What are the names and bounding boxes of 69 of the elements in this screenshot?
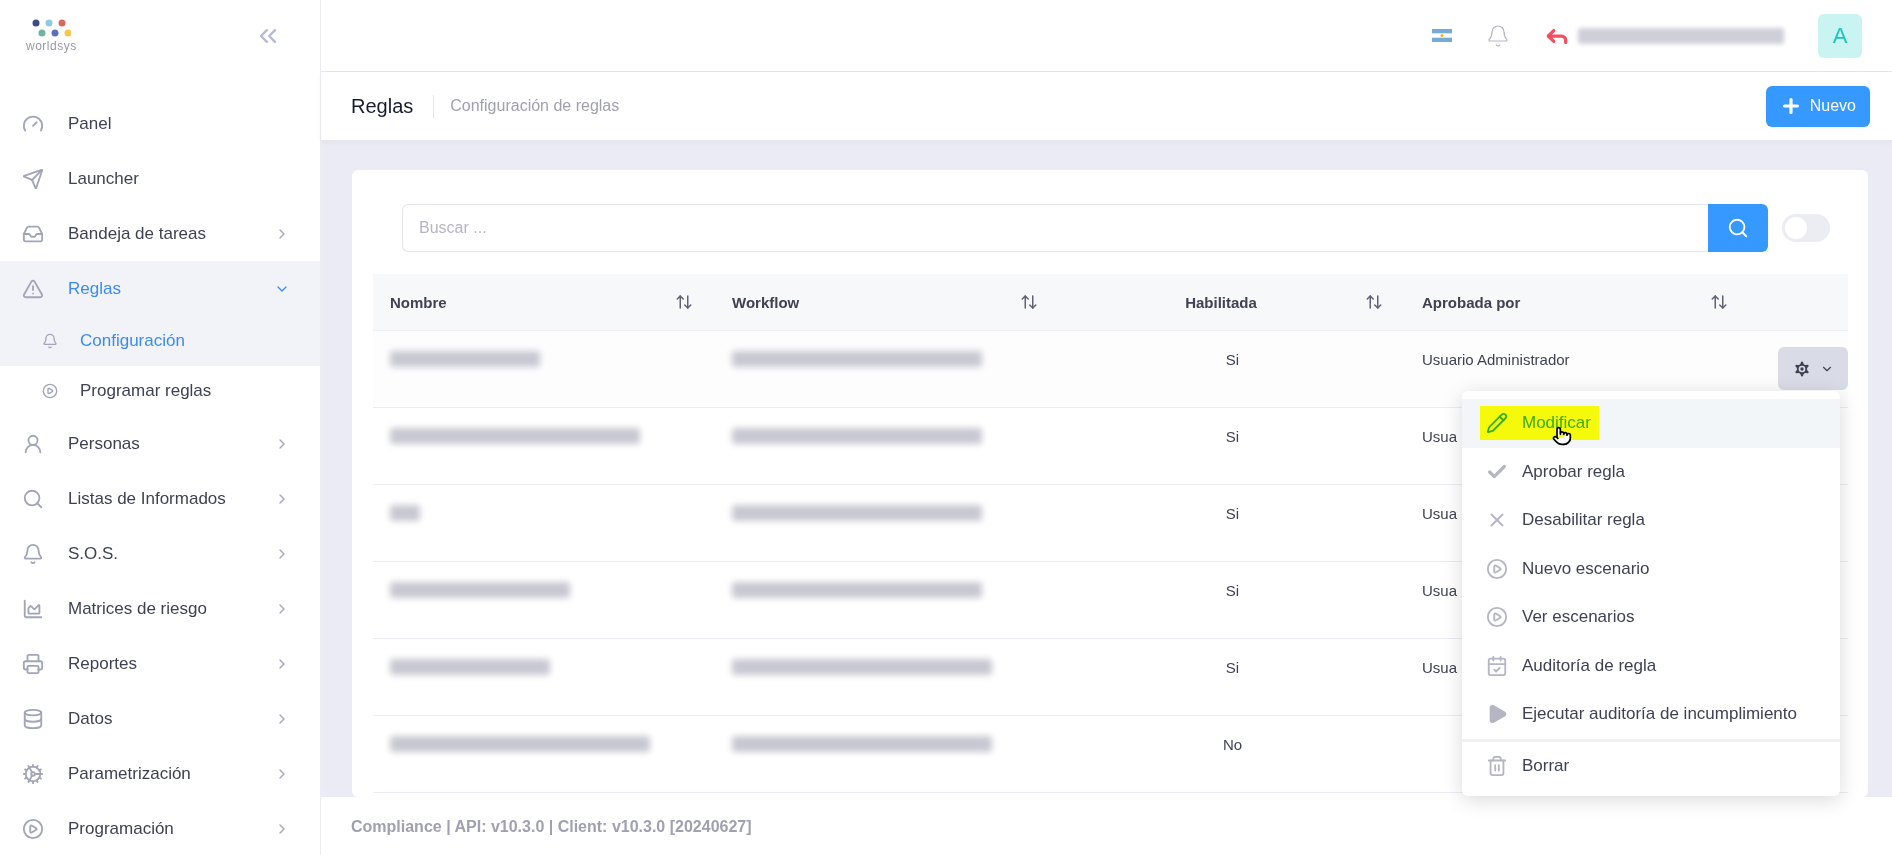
warning-icon <box>22 277 44 300</box>
play-circle-icon <box>22 817 44 840</box>
sidebar-item[interactable]: Datos <box>0 691 320 746</box>
sidebar-item[interactable]: S.O.S. <box>0 526 320 581</box>
sidebar-subitem[interactable]: Programar reglas <box>0 366 320 416</box>
sidebar-item[interactable]: Listas de Informados <box>0 471 320 526</box>
sidebar-item[interactable]: Personas <box>0 416 320 471</box>
play-circle-icon <box>42 383 58 399</box>
sidebar-item[interactable]: Reportes <box>0 636 320 691</box>
area-chart-icon <box>22 597 44 620</box>
bell-icon <box>22 542 44 565</box>
column-header[interactable]: Aprobada por <box>1405 293 1750 311</box>
sort-icon <box>1365 293 1383 311</box>
table-cell: Si <box>1225 428 1240 445</box>
table-cell: Usua <box>1422 505 1458 522</box>
menu-item[interactable]: Ver escenarios <box>1462 593 1840 642</box>
page-title: Reglas <box>351 94 435 118</box>
table-cell: Si <box>1225 505 1240 522</box>
gears-icon <box>22 762 44 785</box>
menu-item[interactable]: Borrar <box>1462 741 1840 790</box>
column-header[interactable]: Workflow <box>715 293 1060 311</box>
table-cell: Usua <box>1422 659 1458 676</box>
search-button[interactable] <box>1708 204 1768 252</box>
column-header[interactable]: Habilitada <box>1060 293 1405 311</box>
user-icon <box>22 432 44 455</box>
menu-item[interactable]: Auditoría de regla <box>1462 641 1840 690</box>
actions-button[interactable] <box>1778 347 1848 390</box>
table-cell: Usua <box>1422 428 1458 445</box>
play-circle-icon <box>1486 606 1508 629</box>
logo-dots-icon <box>31 19 72 37</box>
table-cell: Si <box>1225 351 1240 368</box>
gear-icon <box>1792 358 1812 379</box>
database-icon <box>22 707 44 730</box>
sidebar-item[interactable]: Matrices de riesgo <box>0 581 320 636</box>
menu-item[interactable]: Aprobar regla <box>1462 447 1840 496</box>
sort-icon <box>1710 293 1728 311</box>
sort-icon <box>1020 293 1038 311</box>
breadcrumb: Configuración de reglas <box>449 97 621 115</box>
flag-icon[interactable] <box>1432 29 1452 42</box>
sidebar-item[interactable]: Launcher <box>0 151 320 206</box>
search-icon <box>1727 217 1749 239</box>
pencil-icon <box>1486 412 1508 435</box>
printer-icon <box>22 652 44 675</box>
sidebar-item[interactable]: Programación <box>0 801 320 855</box>
column-header[interactable]: Nombre <box>373 293 715 311</box>
trash-icon <box>1486 754 1508 777</box>
sidebar-item[interactable]: Panel <box>0 96 320 151</box>
sort-icon <box>675 293 693 311</box>
bell-icon <box>42 333 58 349</box>
table-cell: Usua <box>1422 582 1458 599</box>
table-cell: Si <box>1225 659 1240 676</box>
calendar-check-icon <box>1486 654 1508 677</box>
menu-item[interactable]: Nuevo escenario <box>1462 544 1840 593</box>
bell-icon[interactable] <box>1486 23 1510 48</box>
table-cell: Si <box>1225 582 1240 599</box>
logo-text: worldsys <box>26 39 77 53</box>
hand-cursor-icon <box>1552 426 1572 447</box>
search-field[interactable]: Buscar ... <box>402 204 1708 252</box>
menu-item[interactable]: Ejecutar auditoría de incumplimiento <box>1462 690 1840 739</box>
search-icon <box>22 487 44 510</box>
footer-text: Compliance | API: v10.3.0 | Client: v10.3.0 [20240627] <box>321 797 1892 855</box>
blurred-text <box>390 505 420 521</box>
table-cell: No <box>1222 736 1243 753</box>
table-cell: Usuario Administrador <box>1422 351 1570 368</box>
menu-item[interactable]: Desabilitar regla <box>1462 496 1840 545</box>
sidebar-item[interactable]: Parametrización <box>0 746 320 801</box>
play-circle-icon <box>1486 557 1508 580</box>
sidebar-item[interactable]: Bandeja de tareas <box>0 206 320 261</box>
paper-plane-icon <box>22 167 44 190</box>
